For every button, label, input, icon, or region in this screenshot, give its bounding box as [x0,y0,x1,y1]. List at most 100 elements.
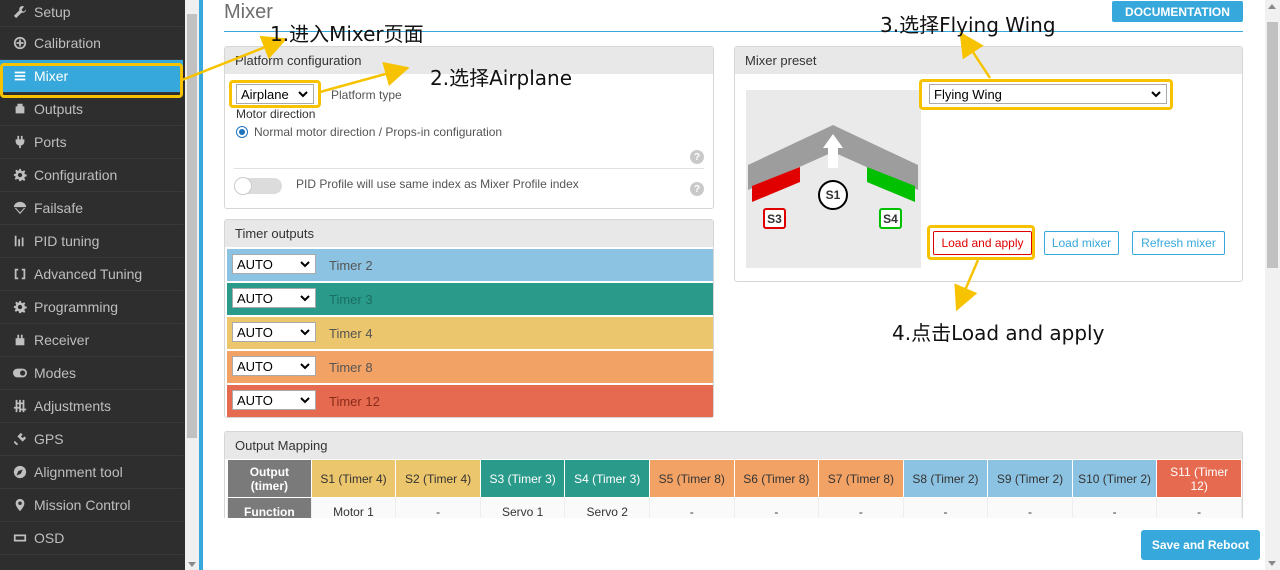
chevron-down-icon [300,329,310,336]
chevron-down-icon [300,295,310,302]
sidebar-scrollbar[interactable] [185,0,199,570]
sidebar-item-label: Alignment tool [34,464,123,480]
output-cell: S6 (Timer 8) [733,459,820,498]
motor-icon [12,101,28,117]
sidebar-item-label: Programming [34,299,119,315]
chevron-down-icon [300,261,310,268]
wrench-icon [12,4,28,20]
sidebar-item-gps[interactable]: GPS [0,423,183,456]
sidebar-item-label: Advanced Tuning [34,266,143,282]
main-scroll-thumb[interactable] [1267,22,1278,268]
sidebar-item-modes[interactable]: Modes [0,357,183,390]
scroll-up-icon[interactable] [1268,4,1276,9]
timer-label: Timer 2 [329,258,373,273]
sidebar-scroll-down-icon[interactable] [188,562,196,567]
motor-direction-radio[interactable] [236,126,248,138]
annotation-step-3: 3.选择Flying Wing [880,13,1056,37]
sidebar-item-setup[interactable]: Setup [0,0,183,27]
sliders-icon [12,398,28,414]
sidebar-scroll-thumb[interactable] [187,14,197,438]
sidebar-item-advanced-tuning[interactable]: Advanced Tuning [0,258,183,291]
platform-type-value: Airplane [241,86,289,102]
sidebar-item-label: Outputs [34,101,84,117]
output-cell: S10 (Timer 2) [1071,459,1158,498]
timer-row: AUTO Timer 3 [227,283,713,315]
flying-wing-icon [748,125,918,202]
sidebar-item-programming[interactable]: Programming [0,291,183,324]
save-and-reboot-button[interactable]: Save and Reboot [1141,530,1260,560]
output-row: Output (timer) S1 (Timer 4) S2 (Timer 4) S… [227,459,1242,498]
documentation-button[interactable]: DOCUMENTATION [1112,1,1243,22]
pid-profile-label: PID Profile will use same index as Mixer… [296,177,579,191]
pid-icon [12,233,28,249]
satellite-icon [12,431,28,447]
output-cell: S8 (Timer 2) [902,459,989,498]
sidebar-item-label: Calibration [34,35,101,51]
output-cell: S2 (Timer 4) [395,459,481,498]
output-cell: S3 (Timer 3) [479,459,566,498]
timer-mode-select[interactable]: AUTO [232,322,316,342]
osd-icon [12,530,28,546]
timer-mode-select[interactable]: AUTO [232,254,316,274]
sidebar-item-label: Failsafe [34,200,84,216]
chevron-down-icon [1151,91,1161,98]
chevron-down-icon [300,363,310,370]
plug-icon [12,134,28,150]
sidebar-item-label: Mixer [34,68,69,84]
timer-mode-value: AUTO [237,358,273,374]
parachute-icon [12,200,28,216]
mixer-preset-value: Flying Wing [934,86,1002,102]
sidebar-item-calibration[interactable]: Calibration [0,27,183,60]
help-icon[interactable]: ? [690,182,704,196]
sidebar-item-label: Configuration [34,167,118,183]
gear-icon [12,167,28,183]
timer-row: AUTO Timer 8 [227,351,713,383]
annotation-step-4: 4.点击Load and apply [892,321,1105,345]
sidebar-item-label: GPS [34,431,64,447]
timer-label: Timer 3 [329,292,373,307]
sidebar-item-label: Adjustments [34,398,112,414]
output-mapping-heading: Output Mapping [225,432,1242,459]
motor-direction-option[interactable]: Normal motor direction / Props-in config… [236,125,502,139]
sidebar-item-label: Setup [34,3,71,20]
sidebar-item-adjustments[interactable]: Adjustments [0,390,183,423]
load-and-apply-button[interactable]: Load and apply [933,231,1032,255]
timer-row: AUTO Timer 12 [227,385,713,417]
output-cell: S11 (Timer 12) [1156,459,1242,498]
load-mixer-button[interactable]: Load mixer [1044,231,1119,255]
timer-mode-select[interactable]: AUTO [232,390,316,410]
sidebar-item-configuration[interactable]: Configuration [0,159,183,192]
mixer-icon [12,68,28,84]
timer-label: Timer 12 [329,394,380,409]
timer-mode-select[interactable]: AUTO [232,288,316,308]
platform-type-select[interactable]: Airplane [236,84,314,104]
sidebar-item-mission-control[interactable]: Mission Control [0,489,183,522]
sidebar-item-mixer[interactable]: Mixer [0,60,183,93]
sidebar-item-ports[interactable]: Ports [0,126,183,159]
flying-wing-diagram: S1 S3 S4 [746,90,921,268]
sidebar-item-osd[interactable]: OSD [0,522,183,555]
annotation-step-1: 1.进入Mixer页面 [270,22,424,46]
timer-mode-select[interactable]: AUTO [232,356,316,376]
mixer-preset-select[interactable]: Flying Wing [929,84,1167,104]
divider [234,168,704,169]
output-cell: S1 (Timer 4) [310,459,397,498]
sidebar-item-failsafe[interactable]: Failsafe [0,192,183,225]
sidebar-item-outputs[interactable]: Outputs [0,93,183,126]
sidebar-item-alignment-tool[interactable]: Alignment tool [0,456,183,489]
sidebar-item-label: Receiver [34,332,90,348]
motor-label: S1 [818,180,848,210]
timer-outputs-heading: Timer outputs [225,220,713,247]
output-cell: S9 (Timer 2) [987,459,1073,498]
platform-type-label: Platform type [331,88,402,102]
timer-row: AUTO Timer 2 [227,249,713,281]
pid-profile-toggle[interactable] [234,177,282,195]
help-icon[interactable]: ? [690,150,704,164]
scroll-down-icon[interactable] [1268,561,1276,566]
main-scrollbar[interactable] [1265,0,1280,570]
footer-bar [203,518,1265,570]
sidebar-item-label: OSD [34,530,65,546]
sidebar-item-pid-tuning[interactable]: PID tuning [0,225,183,258]
sidebar-item-receiver[interactable]: Receiver [0,324,183,357]
refresh-mixer-button[interactable]: Refresh mixer [1132,231,1225,255]
